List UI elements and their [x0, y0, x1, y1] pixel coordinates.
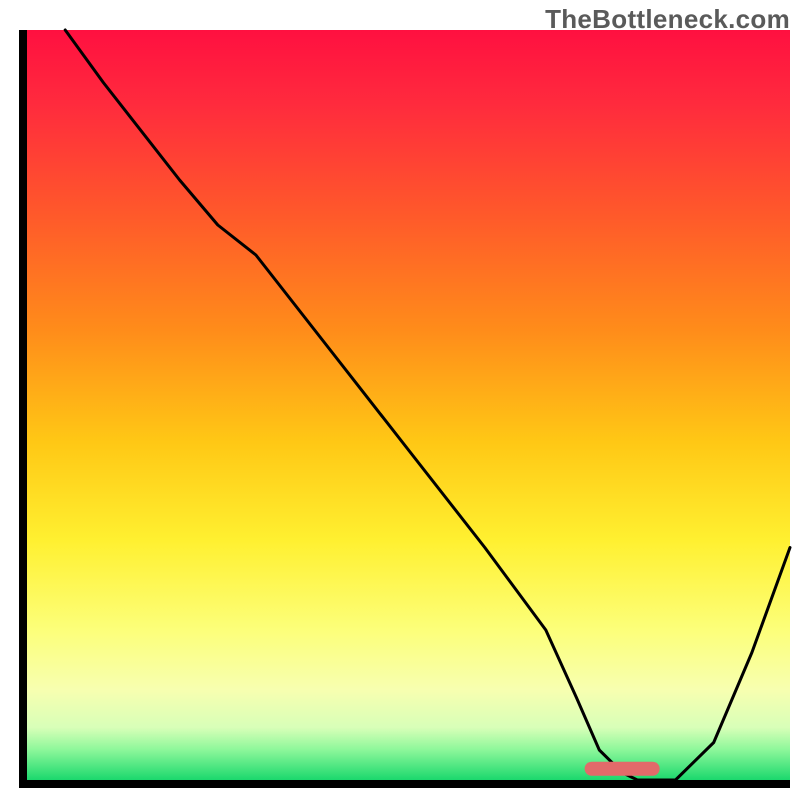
watermark-text: TheBottleneck.com — [545, 4, 790, 35]
y-axis — [19, 30, 27, 788]
gradient-background — [27, 30, 790, 780]
bottleneck-chart: TheBottleneck.com — [0, 0, 800, 800]
plot-svg — [0, 0, 800, 800]
